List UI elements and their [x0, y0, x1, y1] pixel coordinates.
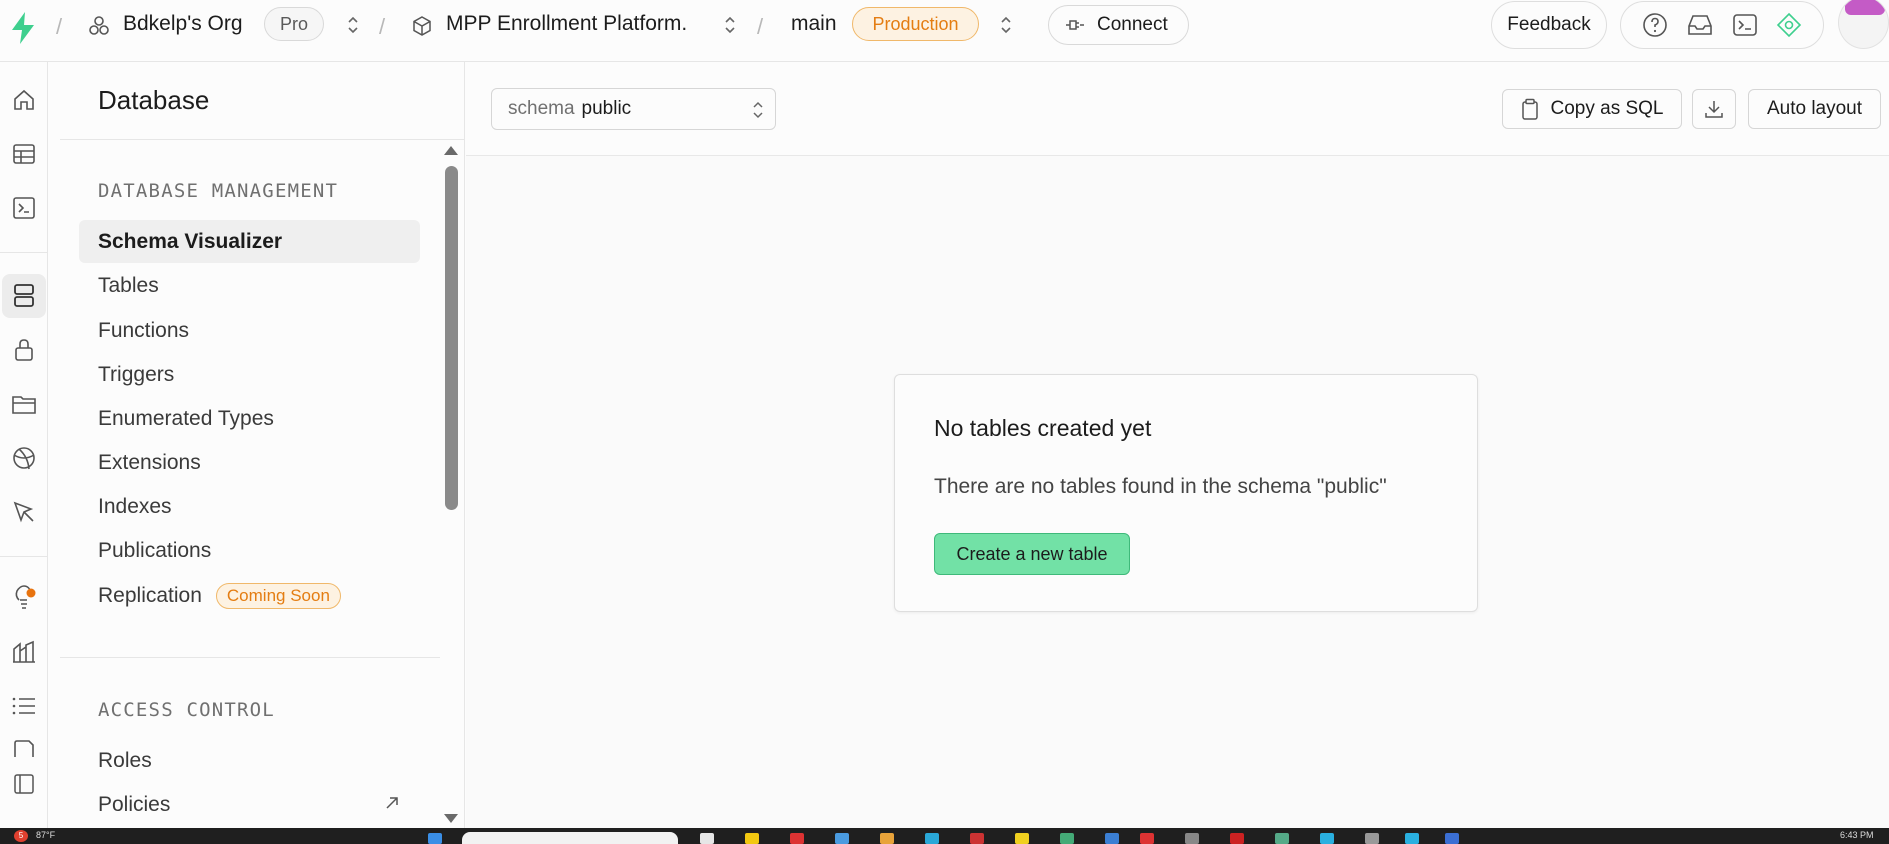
schema-select-label: schema — [508, 98, 575, 119]
database-sidebar: Database DATABASE MANAGEMENT Schema Visu… — [60, 62, 465, 828]
database-icon[interactable] — [2, 274, 46, 318]
terminal-icon[interactable] — [1732, 13, 1758, 37]
inbox-icon[interactable] — [1686, 13, 1714, 37]
taskbar-app-icon[interactable] — [970, 833, 984, 844]
section-heading-access-control: ACCESS CONTROL — [98, 699, 275, 721]
sidebar-item-enumerated-types[interactable]: Enumerated Types — [79, 397, 420, 440]
empty-state-title: No tables created yet — [934, 415, 1152, 441]
sidebar-item-triggers[interactable]: Triggers — [79, 353, 420, 396]
sidebar-item-replication[interactable]: Replication Coming Soon — [79, 574, 420, 617]
scrollbar-thumb[interactable] — [445, 166, 458, 510]
sidebar-item-functions[interactable]: Functions — [79, 309, 420, 352]
advisor-icon[interactable] — [1776, 12, 1802, 38]
chevron-up-down-icon — [753, 101, 763, 119]
connect-button[interactable]: Connect — [1048, 5, 1189, 45]
environment-badge: Production — [852, 7, 979, 41]
copy-as-sql-button[interactable]: Copy as SQL — [1502, 89, 1682, 129]
user-avatar[interactable] — [1838, 0, 1889, 49]
schema-visualizer-main: schema public Copy as SQL Auto layout No… — [466, 62, 1889, 828]
taskbar-app-icon[interactable] — [1105, 833, 1119, 844]
copy-as-sql-label: Copy as SQL — [1550, 98, 1664, 119]
taskbar-app-icon[interactable] — [880, 833, 894, 844]
taskbar-app-icon[interactable] — [925, 833, 939, 844]
create-new-table-button[interactable]: Create a new table — [934, 533, 1130, 575]
project-box-icon — [413, 16, 431, 36]
weather-temperature[interactable]: 87°F — [36, 830, 55, 840]
os-taskbar: 5 87°F 6:43 PM — [0, 828, 1889, 844]
top-icon-group — [1620, 1, 1824, 49]
taskbar-app-icon[interactable] — [1365, 833, 1379, 844]
plan-badge: Pro — [264, 7, 324, 41]
empty-state-description: There are no tables found in the schema … — [934, 475, 1387, 498]
start-icon[interactable] — [428, 833, 442, 844]
sidebar-item-schema-visualizer[interactable]: Schema Visualizer — [79, 220, 420, 263]
feedback-button[interactable]: Feedback — [1491, 1, 1607, 49]
taskbar-app-icon[interactable] — [835, 833, 849, 844]
plug-icon — [1066, 20, 1084, 30]
schema-select[interactable]: schema public — [491, 88, 776, 130]
sidebar-item-indexes[interactable]: Indexes — [79, 485, 420, 528]
integrations-icon[interactable] — [2, 762, 46, 806]
top-bar: / Bdkelp's Org Pro / MPP Enrollment Plat… — [0, 0, 1889, 62]
realtime-icon[interactable] — [2, 436, 46, 480]
sidebar-title: Database — [98, 85, 210, 115]
taskbar-app-icon[interactable] — [1230, 833, 1244, 844]
advisors-icon[interactable] — [2, 576, 46, 620]
taskbar-app-icon[interactable] — [1275, 833, 1289, 844]
empty-state-card: No tables created yet There are no table… — [894, 374, 1478, 612]
project-switcher-chevron-icon[interactable] — [722, 14, 738, 36]
sidebar-item-policies[interactable]: Policies — [79, 783, 420, 826]
branch-switcher-chevron-icon[interactable] — [998, 14, 1014, 36]
sidebar-item-extensions[interactable]: Extensions — [79, 441, 420, 484]
taskbar-app-icon[interactable] — [1015, 833, 1029, 844]
taskbar-app-icon[interactable] — [1445, 833, 1459, 844]
clipboard-icon — [1521, 98, 1538, 120]
taskbar-app-icon[interactable] — [1405, 833, 1419, 844]
home-icon[interactable] — [2, 78, 46, 122]
auth-icon[interactable] — [2, 328, 46, 372]
supabase-logo-icon[interactable] — [8, 10, 38, 46]
scroll-down-arrow-icon[interactable] — [444, 814, 458, 823]
api-docs-icon[interactable] — [2, 727, 46, 757]
taskbar-app-icon[interactable] — [1185, 833, 1199, 844]
taskbar-search-box[interactable] — [462, 832, 678, 844]
org-name[interactable]: Bdkelp's Org — [123, 12, 243, 36]
storage-icon[interactable] — [2, 382, 46, 426]
section-heading-database-management: DATABASE MANAGEMENT — [98, 180, 339, 202]
schema-select-value: public — [581, 98, 632, 119]
sidebar-item-publications[interactable]: Publications — [79, 529, 420, 572]
scroll-up-arrow-icon[interactable] — [444, 146, 458, 155]
project-name[interactable]: MPP Enrollment Platform. — [446, 12, 687, 36]
sql-editor-icon[interactable] — [2, 186, 46, 230]
taskbar-app-icon[interactable] — [1320, 833, 1334, 844]
taskbar-app-icon[interactable] — [1060, 833, 1074, 844]
external-link-arrow-icon — [386, 797, 398, 809]
help-icon[interactable] — [1642, 12, 1668, 38]
weather-alert-badge[interactable]: 5 — [14, 830, 28, 842]
visualizer-toolbar: schema public Copy as SQL Auto layout — [466, 62, 1889, 156]
left-navigation-rail — [0, 62, 48, 828]
download-icon — [1705, 101, 1723, 118]
breadcrumb-separator: / — [379, 14, 386, 39]
taskbar-app-icon[interactable] — [700, 833, 714, 844]
branch-name[interactable]: main — [791, 12, 837, 36]
breadcrumb-separator: / — [56, 14, 63, 39]
org-switcher-chevron-icon[interactable] — [345, 14, 361, 36]
taskbar-app-icon[interactable] — [790, 833, 804, 844]
organization-icon — [89, 16, 109, 35]
edge-functions-icon[interactable] — [2, 490, 46, 534]
reports-icon[interactable] — [2, 630, 46, 674]
connect-label: Connect — [1097, 14, 1168, 35]
table-editor-icon[interactable] — [2, 132, 46, 176]
sidebar-item-roles[interactable]: Roles — [79, 739, 420, 782]
auto-layout-button[interactable]: Auto layout — [1748, 89, 1881, 129]
breadcrumb-separator: / — [757, 14, 764, 39]
system-clock[interactable]: 6:43 PM — [1840, 830, 1874, 840]
coming-soon-badge: Coming Soon — [215, 582, 341, 609]
download-button[interactable] — [1692, 89, 1736, 129]
sidebar-item-tables[interactable]: Tables — [79, 264, 420, 307]
logs-icon[interactable] — [2, 684, 46, 728]
taskbar-app-icon[interactable] — [745, 833, 759, 844]
taskbar-app-icon[interactable] — [1140, 833, 1154, 844]
